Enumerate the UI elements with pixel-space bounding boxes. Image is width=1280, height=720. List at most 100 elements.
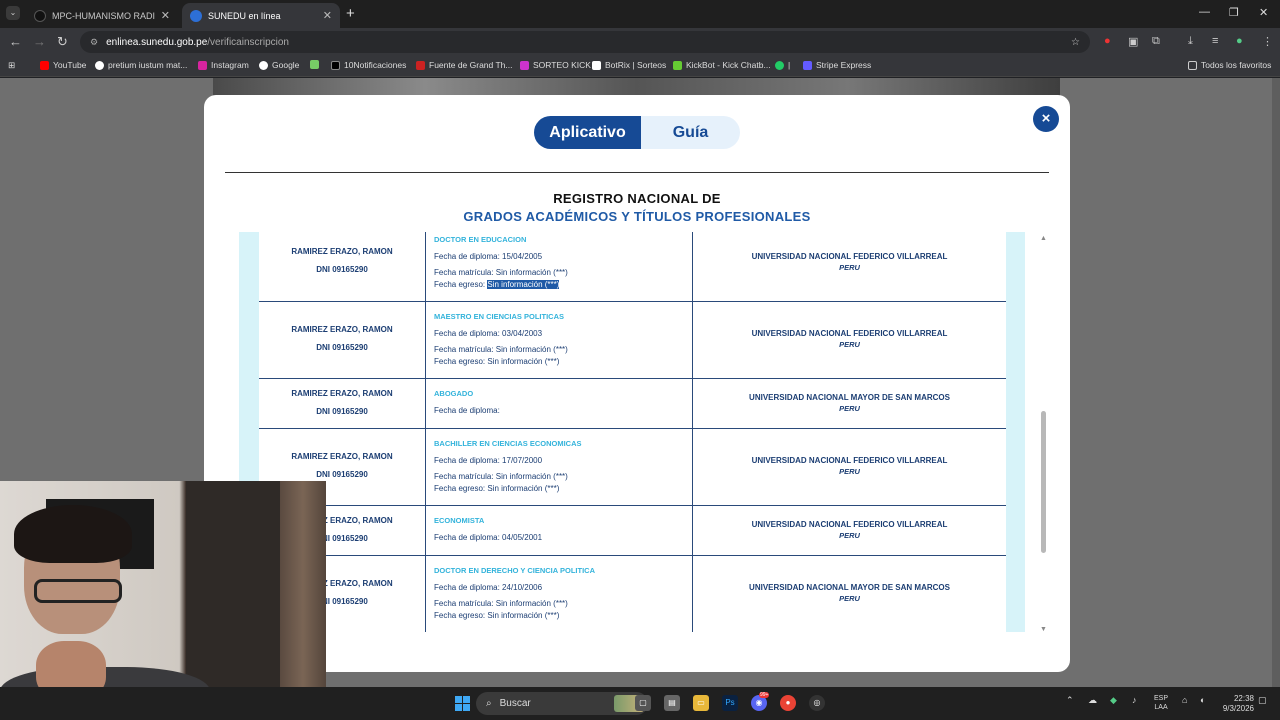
site-info-icon[interactable]: ⚙ [90,37,98,48]
table-row: RAMIREZ ERAZO, RAMON DNI 09165290 MAESTR… [259,302,1006,379]
name-cell: RAMIREZ ERAZO, RAMON DNI 09165290 [259,379,426,428]
windows-start-icon[interactable] [455,696,470,711]
degree-title: ABOGADO [434,389,474,398]
divider [225,172,1049,173]
selected-text: Sin información (***) [487,280,560,289]
tab-aplicativo[interactable]: Aplicativo [534,116,641,149]
bookmark-google[interactable]: Google [259,60,299,70]
university-cell: UNIVERSIDAD NACIONAL FEDERICO VILLARREAL… [693,232,1006,301]
download-icon[interactable]: ⤓ [1188,35,1193,48]
tab-search-icon[interactable]: ⌄ [6,6,20,20]
bookmark-label: Google [272,60,300,70]
tab-sunedu[interactable]: SUNEDU en línea ✕ [182,3,340,28]
font-icon [416,60,425,70]
bookmark-stripe[interactable]: Stripe Express [803,60,871,70]
page-scrollbar[interactable] [1272,78,1280,687]
whatsapp-icon [775,60,784,70]
clock[interactable]: 22:38 9/3/2026 [1204,694,1254,714]
name-cell: RAMIREZ ERAZO, RAMON DNI 09165290 [259,232,426,301]
minimize-icon[interactable]: — [1199,6,1210,18]
scroll-down-icon[interactable]: ▼ [1040,626,1047,633]
task-view-icon[interactable]: ▢ [635,695,651,711]
degree-title: MAESTRO EN CIENCIAS POLITICAS [434,312,565,321]
university-cell: UNIVERSIDAD NACIONAL MAYOR DE SAN MARCOS… [693,379,1006,428]
all-bookmarks[interactable]: Todos los favoritos [1188,60,1271,70]
back-icon[interactable]: ← [9,34,22,49]
degree-cell: MAESTRO EN CIENCIAS POLITICAS Fecha de d… [426,302,693,378]
bookmark-youtube[interactable]: YouTube [40,60,86,70]
search-label: Buscar [499,698,531,709]
bookmarks-bar: ⊞ YouTube pretium iustum mat... Instagra… [0,56,1280,77]
address-bar[interactable]: ⚙ enlinea.sunedu.gob.pe/verificainscripc… [80,31,1090,53]
holder-name: RAMIREZ ERAZO, RAMON [291,452,393,461]
defender-icon[interactable]: ◆ [1110,695,1117,706]
network-icon[interactable]: ⌂ [1182,695,1187,705]
reload-icon[interactable]: ↻ [57,34,68,50]
bookmark-kickbot[interactable]: KickBot - Kick Chatb... [673,60,771,70]
university-name: UNIVERSIDAD NACIONAL FEDERICO VILLARREAL [751,329,948,338]
table-row: RAMIREZ ERAZO, RAMON DNI 09165290 DOCTOR… [259,556,1006,632]
close-tab-icon[interactable]: ✕ [323,9,332,22]
table-scrollbar[interactable]: ▲ ▼ [1040,235,1048,633]
university-name: UNIVERSIDAD NACIONAL MAYOR DE SAN MARCOS [749,393,950,402]
google-icon [95,60,104,70]
close-window-icon[interactable]: ✕ [1259,6,1268,19]
degree-cell: ECONOMISTA Fecha de diploma: 04/05/2001 [426,506,693,555]
restore-icon[interactable]: ❐ [1229,6,1239,19]
bookmark-10notificaciones[interactable]: 10Notificaciones [331,60,406,70]
degree-cell: ABOGADO Fecha de diploma: [426,379,693,428]
menu-icon[interactable]: ⋮ [1262,35,1273,48]
country: PERU [839,467,860,476]
date: 9/3/2026 [1222,704,1254,713]
bookmark-star-icon[interactable]: ☆ [1071,37,1080,48]
table-row: RAMIREZ ERAZO, RAMON DNI 09165290 DOCTOR… [259,232,1006,302]
bookmark-botrix[interactable]: BotRix | Sorteos [592,60,666,70]
photoshop-icon[interactable]: Ps [722,695,738,711]
kickbot-icon [673,60,682,70]
taskbar-search[interactable]: ⌕ Buscar [476,692,648,715]
microphone-icon[interactable]: ♪ [1132,695,1137,705]
language-indicator[interactable]: ESP LAA [1154,694,1168,712]
bookmark-instagram[interactable]: Instagram [198,60,249,70]
scroll-thumb[interactable] [1041,411,1046,553]
webcam-overlay [0,481,326,720]
registry-subtitle: GRADOS ACADÉMICOS Y TÍTULOS PROFESIONALE… [463,209,811,224]
bookmark-pinwheel[interactable] [310,60,323,69]
close-modal-button[interactable]: × [1033,106,1059,132]
scroll-up-icon[interactable]: ▲ [1040,235,1047,242]
registry-modal: Aplicativo Guía × REGISTRO NACIONAL DE G… [204,95,1070,672]
close-tab-icon[interactable]: ✕ [161,9,170,22]
media-icon[interactable]: ≡ [1212,35,1218,47]
new-tab-button[interactable]: + [346,5,355,22]
tab-mpc[interactable]: MPC-HUMANISMO RADICAL (E ✕ [26,3,178,28]
puzzle-icon[interactable]: ⧉ [1152,35,1160,48]
results-table: RAMIREZ ERAZO, RAMON DNI 09165290 DOCTOR… [239,232,1025,632]
notifications-icon[interactable]: ▢ [1258,695,1267,706]
bookmark-pretium[interactable]: pretium iustum mat... [95,60,187,70]
bookmark-sorteo-kick[interactable]: SORTEO KICK [520,60,591,70]
country: PERU [839,404,860,413]
forward-icon[interactable]: → [33,34,46,49]
chrome-icon[interactable]: ● [780,695,796,711]
extension-red-icon[interactable]: ● [1104,35,1111,47]
bookmark-label: Todos los favoritos [1201,60,1272,70]
bookmark-label: KickBot - Kick Chatb... [686,60,771,70]
bookmark-whatsapp[interactable]: | [775,60,790,70]
university-cell: UNIVERSIDAD NACIONAL MAYOR DE SAN MARCOS… [693,556,1006,632]
tab-guia[interactable]: Guía [641,116,740,149]
profile-avatar-icon[interactable]: ● [1236,35,1243,47]
matricula-date: Fecha matrícula: Sin información (***) [434,268,568,277]
kick-icon [520,60,529,70]
tab-strip: ⌄ MPC-HUMANISMO RADICAL (E ✕ SUNEDU en l… [0,0,1280,28]
bookmark-fuente[interactable]: Fuente de Grand Th... [416,60,512,70]
app-icon[interactable]: ▤ [664,695,680,711]
apps-icon[interactable]: ⊞ [8,60,15,71]
tray-overflow-icon[interactable]: ⌃ [1066,695,1074,706]
degree-title: ECONOMISTA [434,516,485,525]
diploma-date: Fecha de diploma: [434,406,500,415]
extension-icon[interactable]: ▣ [1128,35,1138,48]
file-explorer-icon[interactable]: ▭ [693,695,709,711]
app-icon[interactable]: ◎ [809,695,825,711]
onedrive-icon[interactable]: ☁ [1088,695,1097,706]
name-cell: RAMIREZ ERAZO, RAMON DNI 09165290 [259,302,426,378]
